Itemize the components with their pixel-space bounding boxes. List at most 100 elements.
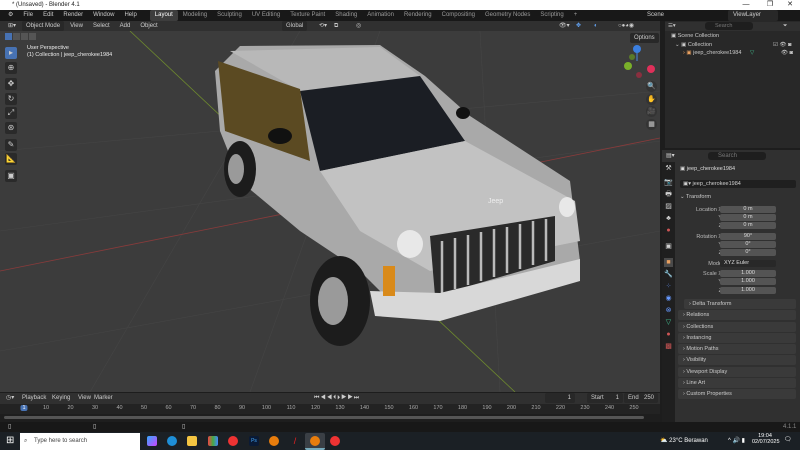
- editor-type-icon[interactable]: ⊞▾: [4, 21, 20, 31]
- collections-panel[interactable]: › Collections: [678, 322, 796, 332]
- current-frame-field[interactable]: 1: [545, 393, 575, 403]
- data-tab-icon[interactable]: ▽: [664, 318, 673, 327]
- view-layer-selector[interactable]: ViewLayer: [728, 10, 778, 21]
- scale-tool-icon[interactable]: ⤢: [5, 107, 17, 119]
- photoshop-icon[interactable]: Ps: [249, 436, 259, 446]
- taskbar-search-input[interactable]: ⌕ Type here to search: [20, 433, 140, 450]
- gizmo-icon[interactable]: ✥: [572, 21, 585, 31]
- timeline-ruler[interactable]: 1 10 20 30 40 50 60 70 80 90 100 110 120 130 140 150 160…: [0, 404, 660, 414]
- modifiers-tab-icon[interactable]: 🔧: [664, 270, 673, 279]
- custom-properties-panel[interactable]: › Custom Properties: [678, 389, 796, 399]
- tab-uv-editing[interactable]: UV Editing: [247, 10, 285, 21]
- object-eye-icon[interactable]: 👁 ◙: [781, 49, 793, 57]
- options-button[interactable]: Options: [630, 33, 659, 43]
- winrar-icon[interactable]: [208, 436, 218, 446]
- output-tab-icon[interactable]: 🖶: [664, 190, 673, 199]
- orientation-selector[interactable]: Global: [282, 21, 308, 31]
- tab-scripting[interactable]: Scripting: [535, 10, 568, 21]
- clock[interactable]: 19:04 02/07/2025: [752, 433, 780, 445]
- menu-add[interactable]: Add: [116, 21, 135, 31]
- instancing-panel[interactable]: › Instancing: [678, 333, 796, 343]
- add-workspace-button[interactable]: +: [569, 10, 583, 21]
- camera-view-icon[interactable]: 🎥: [646, 106, 657, 117]
- mode-selector[interactable]: Object Mode: [22, 21, 65, 31]
- tab-geometry-nodes[interactable]: Geometry Nodes: [480, 10, 535, 21]
- render-tab-icon[interactable]: 📷: [664, 178, 673, 187]
- tab-sculpting[interactable]: Sculpting: [212, 10, 247, 21]
- object-tab-icon[interactable]: ■: [664, 258, 673, 267]
- menu-view[interactable]: View: [66, 21, 87, 31]
- close-button[interactable]: ✕: [780, 0, 800, 10]
- overlay-icon[interactable]: ◐: [590, 21, 602, 31]
- chrome-profile-icon[interactable]: [330, 436, 340, 446]
- line-art-panel[interactable]: › Line Art: [678, 378, 796, 388]
- rotation-z-field[interactable]: 0°: [720, 249, 776, 256]
- 3d-viewport[interactable]: Jeep User Perspective (1) Collection | j…: [0, 31, 660, 392]
- perspective-toggle-icon[interactable]: ▦: [646, 119, 657, 130]
- menu-edit[interactable]: Edit: [38, 10, 58, 21]
- menu-select[interactable]: Select: [89, 21, 114, 31]
- copilot-icon[interactable]: [147, 436, 157, 446]
- scale-y-field[interactable]: 1.000: [720, 278, 776, 285]
- notifications-icon[interactable]: 🗨: [784, 436, 792, 443]
- minimize-button[interactable]: —: [736, 0, 756, 10]
- tab-compositing[interactable]: Compositing: [437, 10, 480, 21]
- windows-start-icon[interactable]: ⊞: [6, 435, 14, 446]
- menu-object[interactable]: Object: [136, 21, 161, 31]
- location-z-field[interactable]: 0 m: [720, 222, 776, 229]
- blender-icon[interactable]: [269, 436, 279, 446]
- constraints-tab-icon[interactable]: ⊗: [664, 306, 673, 315]
- system-tray-icons[interactable]: ^ 🔊 ▮: [728, 437, 745, 444]
- tab-animation[interactable]: Animation: [362, 10, 399, 21]
- annotate-tool-icon[interactable]: ✎: [5, 139, 17, 151]
- shading-modes-icon[interactable]: ○●◕◉: [614, 21, 638, 31]
- select-extend-icon[interactable]: [13, 33, 20, 40]
- transform-tool-icon[interactable]: ⊛: [5, 122, 17, 134]
- select-box-tool-icon[interactable]: ▸: [5, 47, 17, 59]
- weather-widget[interactable]: ⛅ 23°C Berawan: [660, 437, 708, 444]
- scene-selector[interactable]: Scene: [642, 10, 669, 21]
- location-x-field[interactable]: 0 m: [720, 206, 776, 213]
- menu-render[interactable]: Render: [58, 10, 88, 21]
- outliner-scene-collection[interactable]: ▣ Scene Collection: [665, 32, 800, 40]
- collection-tab-icon[interactable]: ▣: [664, 242, 673, 251]
- motion-paths-panel[interactable]: › Motion Paths: [678, 344, 796, 354]
- viewport-display-panel[interactable]: › Viewport Display: [678, 367, 796, 377]
- tool-tab-icon[interactable]: ⚒: [664, 164, 673, 173]
- rotation-y-field[interactable]: 0°: [720, 241, 776, 248]
- visibility-eye-icon[interactable]: ☑ 👁 ◙: [773, 41, 791, 49]
- transform-panel-header[interactable]: ⌄ Transform: [680, 193, 711, 201]
- maximize-button[interactable]: ❐: [760, 0, 780, 10]
- properties-type-icon[interactable]: ▤▾: [666, 152, 675, 159]
- visibility-icon[interactable]: 👁▾: [555, 21, 574, 31]
- outliner-search-input[interactable]: Search: [705, 22, 753, 30]
- menu-file[interactable]: File: [18, 10, 38, 21]
- start-frame-field[interactable]: Start 1: [587, 393, 623, 403]
- outliner-type-icon[interactable]: ☰▾: [668, 22, 676, 30]
- select-subtract-icon[interactable]: [21, 33, 28, 40]
- select-new-icon[interactable]: [5, 33, 12, 40]
- proportional-edit-icon[interactable]: ◎: [352, 21, 365, 31]
- filter-icon[interactable]: ⏷: [783, 22, 787, 30]
- world-tab-icon[interactable]: ●: [664, 226, 673, 235]
- material-tab-icon[interactable]: ●: [664, 330, 673, 339]
- menu-playback[interactable]: Playback: [18, 393, 50, 403]
- pivot-icon[interactable]: ⟲▾: [315, 21, 331, 31]
- scene-tab-icon[interactable]: ♣: [664, 214, 673, 223]
- blender-logo-icon[interactable]: ⚙: [3, 10, 18, 21]
- add-cube-tool-icon[interactable]: ▣: [5, 170, 17, 182]
- menu-help[interactable]: Help: [119, 10, 141, 21]
- outliner-collection[interactable]: ⌄ ▣ Collection ☑ 👁 ◙: [665, 41, 800, 49]
- delta-transform-panel[interactable]: › Delta Transform: [684, 299, 796, 309]
- rotation-x-field[interactable]: 90°: [720, 233, 776, 240]
- texture-tab-icon[interactable]: ▩: [664, 342, 673, 351]
- timeline-scrollbar[interactable]: [0, 414, 660, 422]
- app-icon[interactable]: /: [290, 436, 300, 446]
- scale-z-field[interactable]: 1.000: [720, 287, 776, 294]
- edge-icon[interactable]: [167, 436, 177, 446]
- timeline-type-icon[interactable]: ◷▾: [2, 393, 18, 403]
- menu-keying[interactable]: Keying: [48, 393, 74, 403]
- particles-tab-icon[interactable]: ⁘: [664, 282, 673, 291]
- tab-shading[interactable]: Shading: [330, 10, 362, 21]
- relations-panel[interactable]: › Relations: [678, 310, 796, 320]
